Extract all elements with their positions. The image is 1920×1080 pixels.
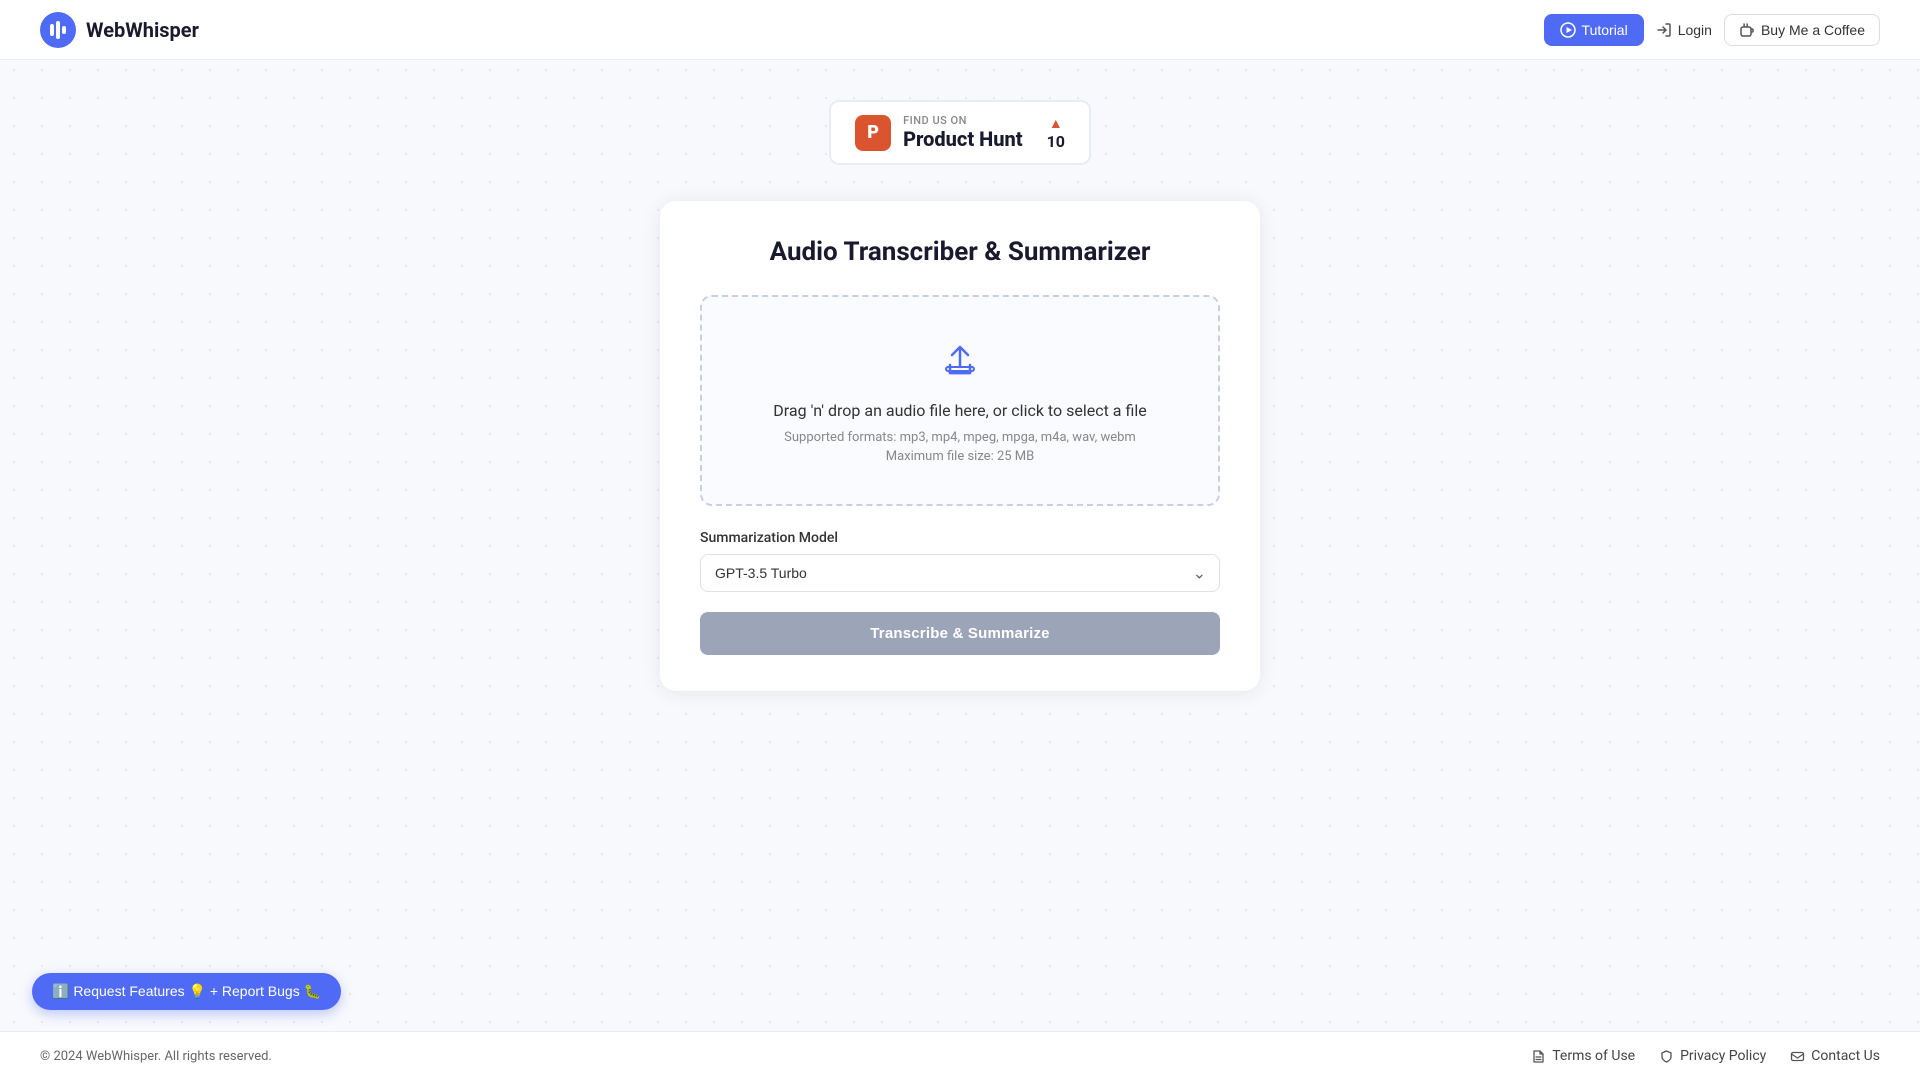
main-content: P FIND US ON Product Hunt ▲ 10 Audio Tra…	[0, 60, 1920, 771]
footer: © 2024 WebWhisper. All rights reserved. …	[0, 1031, 1920, 1080]
feedback-button[interactable]: ℹ️ Request Features 💡 + Report Bugs 🐛	[32, 973, 341, 1010]
footer-links: Terms of Use Privacy Policy Contact Us	[1531, 1048, 1880, 1064]
play-icon	[1560, 22, 1576, 38]
product-hunt-count: ▲ 10	[1047, 115, 1065, 151]
find-us-label: FIND US ON	[903, 114, 1023, 127]
upvote-arrow: ▲	[1049, 115, 1063, 132]
coffee-icon	[1739, 22, 1755, 38]
nav-actions: Tutorial Login Buy Me a Coffee	[1544, 14, 1880, 46]
product-hunt-banner[interactable]: P FIND US ON Product Hunt ▲ 10	[829, 100, 1091, 165]
shield-icon	[1659, 1049, 1674, 1064]
card-title: Audio Transcriber & Summarizer	[700, 237, 1220, 267]
login-button[interactable]: Login	[1656, 22, 1712, 38]
tutorial-button[interactable]: Tutorial	[1544, 14, 1644, 46]
model-select-wrapper: GPT-3.5 Turbo GPT-4 GPT-4 Turbo ⌄	[700, 554, 1220, 592]
model-select-label: Summarization Model	[700, 530, 1220, 546]
upvote-count: 10	[1047, 132, 1065, 151]
buy-coffee-button[interactable]: Buy Me a Coffee	[1724, 14, 1880, 46]
transcriber-card: Audio Transcriber & Summarizer Drag 'n' …	[660, 201, 1260, 691]
logo-area: WebWhisper	[40, 12, 199, 48]
product-hunt-name: Product Hunt	[903, 127, 1023, 151]
dropzone-formats-text: Supported formats: mp3, mp4, mpeg, mpga,…	[784, 430, 1136, 445]
product-hunt-text: FIND US ON Product Hunt	[903, 114, 1023, 151]
dropzone-size-text: Maximum file size: 25 MB	[886, 449, 1034, 464]
footer-copyright: © 2024 WebWhisper. All rights reserved.	[40, 1049, 272, 1064]
transcribe-summarize-button[interactable]: Transcribe & Summarize	[700, 612, 1220, 655]
mail-icon	[1790, 1049, 1805, 1064]
document-icon	[1531, 1049, 1546, 1064]
file-dropzone[interactable]: Drag 'n' drop an audio file here, or cli…	[700, 295, 1220, 506]
dropzone-main-text: Drag 'n' drop an audio file here, or cli…	[773, 401, 1146, 420]
logo-text: WebWhisper	[86, 18, 199, 42]
webwhisper-logo-icon	[40, 12, 76, 48]
model-select[interactable]: GPT-3.5 Turbo GPT-4 GPT-4 Turbo	[700, 554, 1220, 592]
terms-link[interactable]: Terms of Use	[1531, 1048, 1635, 1064]
navbar: WebWhisper Tutorial Login Bu	[0, 0, 1920, 60]
upload-icon	[936, 337, 984, 385]
product-hunt-logo: P	[855, 115, 891, 151]
privacy-link[interactable]: Privacy Policy	[1659, 1048, 1766, 1064]
contact-link[interactable]: Contact Us	[1790, 1048, 1880, 1064]
login-icon	[1656, 22, 1672, 38]
